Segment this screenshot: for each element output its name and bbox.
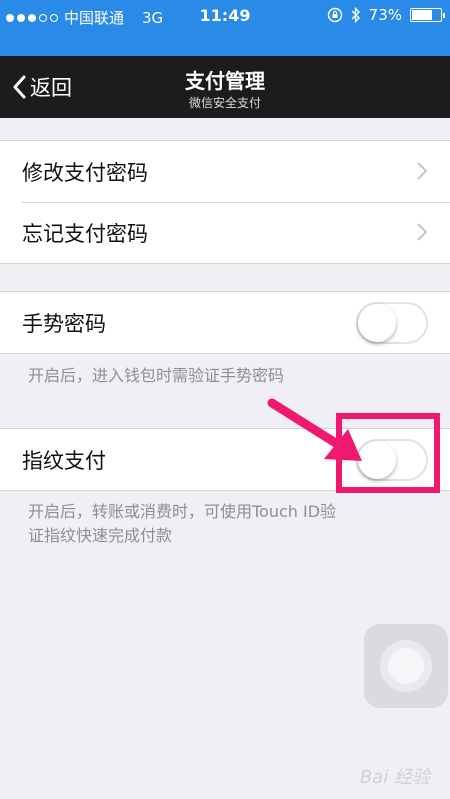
battery-percent: 73% — [368, 6, 402, 24]
baidu-watermark: Bai 经验 — [359, 767, 430, 788]
gesture-password-label: 手势密码 — [22, 311, 106, 336]
fingerprint-note-line1: 开启后，转账或消费时，可使用Touch ID验 — [28, 502, 337, 521]
fingerprint-note: 开启后，转账或消费时，可使用Touch ID验 证指纹快速完成付款 — [28, 500, 336, 548]
page-subtitle: 微信安全支付 — [188, 96, 261, 110]
gesture-password-row: 手势密码 — [0, 292, 450, 353]
forgot-password-label: 忘记支付密码 — [22, 221, 148, 246]
forgot-password-row[interactable]: 忘记支付密码 — [0, 202, 450, 263]
gesture-note: 开启后，进入钱包时需验证手势密码 — [28, 366, 285, 385]
nav-bar: 返回 支付管理 微信安全支付 — [0, 56, 450, 118]
modify-password-label: 修改支付密码 — [22, 160, 148, 185]
toggle-knob — [358, 304, 396, 342]
page-title: 支付管理 — [185, 69, 265, 93]
modify-password-row[interactable]: 修改支付密码 — [0, 141, 450, 202]
fingerprint-pay-label: 指纹支付 — [22, 448, 106, 473]
chevron-right-icon — [417, 162, 428, 180]
chevron-right-icon — [417, 223, 428, 241]
bluetooth-icon — [351, 7, 360, 23]
status-bar: 中国联通 3G 11:49 73% — [0, 0, 450, 56]
battery-icon — [410, 8, 445, 22]
gesture-password-toggle[interactable] — [356, 302, 428, 344]
fingerprint-note-line2: 证指纹快速完成付款 — [28, 526, 173, 545]
annotation-highlight-box — [336, 413, 440, 493]
gesture-group: 手势密码 — [0, 291, 450, 354]
rotation-lock-icon — [327, 7, 342, 23]
password-group: 修改支付密码 忘记支付密码 — [0, 140, 450, 264]
status-right: 73% — [327, 6, 445, 24]
assistive-touch-button[interactable] — [364, 624, 448, 708]
assistive-touch-icon — [380, 640, 432, 692]
